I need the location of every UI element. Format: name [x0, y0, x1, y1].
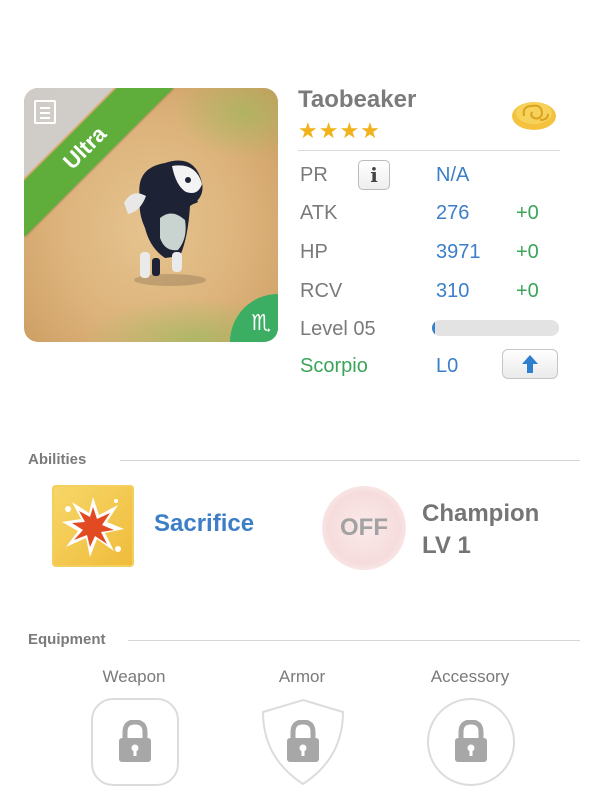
- book-icon[interactable]: [34, 100, 56, 124]
- stat-label-atk: ATK: [300, 202, 338, 224]
- sacrifice-skill-icon[interactable]: [52, 485, 134, 567]
- stat-value-atk: 276: [436, 202, 470, 224]
- weapon-slot[interactable]: [91, 698, 179, 786]
- stat-label-pr: PR: [300, 164, 328, 186]
- stat-label-rcv: RCV: [300, 280, 343, 302]
- arrow-up-icon: [522, 355, 538, 373]
- passive-name: Champion LV 1: [422, 498, 539, 562]
- level-label: Level 05: [300, 318, 376, 340]
- stat-value-rcv: 310: [436, 280, 470, 302]
- skill-name[interactable]: Sacrifice: [154, 510, 254, 538]
- passive-status-badge[interactable]: OFF: [322, 486, 406, 570]
- lock-icon: [287, 720, 319, 762]
- stat-value-hp: 3971: [436, 241, 481, 263]
- monster-portrait[interactable]: Ultra ♏: [24, 88, 278, 342]
- stat-value-pr: N/A: [436, 164, 470, 186]
- lock-icon: [119, 720, 151, 762]
- stat-label-hp: HP: [300, 241, 328, 263]
- info-button[interactable]: i: [358, 160, 390, 190]
- explosion-icon: [62, 497, 124, 557]
- monster-sprite: [124, 160, 206, 286]
- stat-bonus-atk: +0: [516, 202, 539, 224]
- zodiac-name: Scorpio: [300, 355, 368, 377]
- lock-icon: [455, 720, 487, 762]
- stat-bonus-rcv: +0: [516, 280, 539, 302]
- star-rating: ★★★★: [298, 118, 381, 143]
- abilities-divider: [120, 460, 580, 461]
- header-divider: [298, 150, 560, 151]
- monster-name: Taobeaker: [298, 86, 417, 113]
- armor-label: Armor: [278, 667, 326, 686]
- accessory-slot[interactable]: [427, 698, 515, 786]
- level-progress-fill: [432, 320, 435, 336]
- equipment-title: Equipment: [28, 631, 106, 648]
- stat-bonus-hp: +0: [516, 241, 539, 263]
- zodiac-level: L0: [436, 355, 459, 377]
- cloud-icon[interactable]: [510, 96, 558, 132]
- equipment-divider: [128, 640, 580, 641]
- passive-name-line1: Champion: [422, 500, 540, 527]
- zodiac-upgrade-button[interactable]: [502, 349, 558, 379]
- passive-name-line2: LV 1: [422, 532, 471, 559]
- accessory-label: Accessory: [430, 667, 510, 686]
- level-progress-bar: [432, 320, 559, 336]
- weapon-label: Weapon: [102, 667, 166, 686]
- armor-slot[interactable]: [259, 698, 347, 786]
- abilities-title: Abilities: [28, 451, 87, 468]
